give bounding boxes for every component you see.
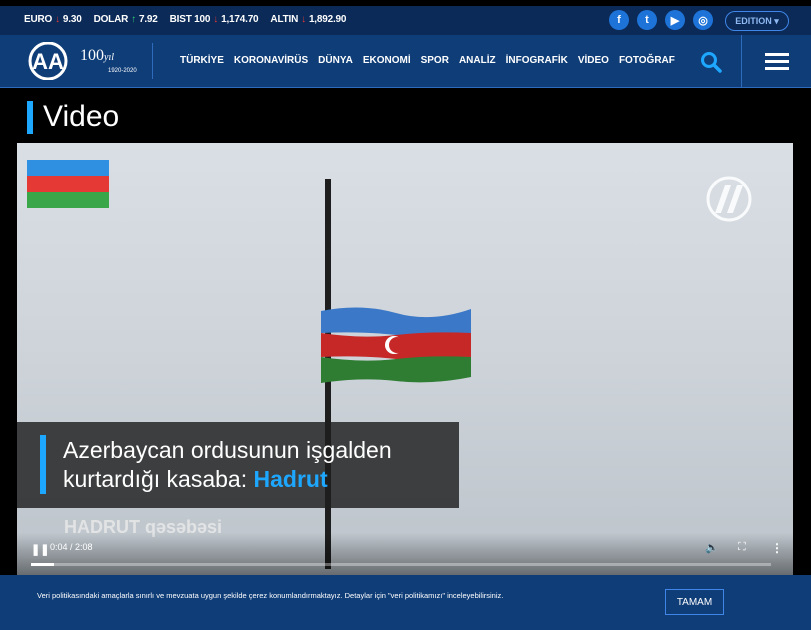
nav-item-ekonomi[interactable]: EKONOMİ (363, 55, 411, 66)
video-headline: Azerbaycan ordusunun işgalden kurtardığı… (63, 436, 392, 494)
nav-item-analiz[interactable]: ANALİZ (459, 55, 496, 66)
centennial-years: 1920-2020 (108, 68, 137, 74)
nav-menu: TÜRKİYE KORONAVİRÜS DÜNYA EKONOMİ SPOR A… (180, 55, 675, 66)
centennial-suffix: yıl (104, 52, 114, 63)
market-ticker-bar: EURO ↓ 9.30 DOLAR ↑ 7.92 BIST 100 ↓ 1,174.70 A… (0, 6, 811, 35)
nav-item-koronavirus[interactable]: KORONAVİRÜS (234, 55, 308, 66)
market-ticker: EURO ↓ 9.30 DOLAR ↑ 7.92 BIST 100 ↓ 1,174.70 A… (24, 14, 346, 25)
aa-logo[interactable]: AA (24, 42, 72, 80)
azerbaijan-flag-icon (27, 160, 109, 208)
centennial-logo: 100yıl 1920-2020 (80, 47, 137, 74)
twitter-icon[interactable]: t (637, 10, 657, 30)
logo-divider (152, 43, 153, 79)
aa-logo-text: AA (32, 49, 64, 74)
ticker-item-bist[interactable]: BIST 100 ↓ 1,174.70 (170, 14, 259, 25)
headline-accent-bar (40, 435, 46, 494)
headline-line-2-text: kurtardığı kasaba: (63, 466, 254, 492)
pause-icon[interactable]: ❚❚ (31, 543, 49, 556)
progress-bar[interactable] (31, 563, 771, 566)
menu-button[interactable] (741, 35, 811, 87)
nav-item-infografik[interactable]: İNFOGRAFİK (506, 55, 568, 66)
centennial-number: 100 (80, 47, 104, 64)
headline-lower-third: Azerbaycan ordusunun işgalden kurtardığı… (17, 422, 459, 508)
headline-line-1: Azerbaycan ordusunun işgalden (63, 437, 392, 463)
cookie-banner: Veri politikasındaki amaçlarla sınırlı v… (0, 575, 811, 630)
headline-line-2: kurtardığı kasaba: Hadrut (63, 465, 392, 494)
youtube-icon[interactable]: ▶ (665, 10, 685, 30)
fullscreen-icon[interactable]: ⛶ (738, 541, 746, 554)
page-header: Video (27, 100, 119, 134)
nav-item-video[interactable]: VİDEO (578, 55, 609, 66)
headline-highlight: Hadrut (253, 466, 328, 492)
title-accent-bar (27, 100, 33, 134)
edition-dropdown[interactable]: EDITION ▾ (725, 11, 789, 31)
social-links: f t ▶ ◎ (609, 10, 713, 30)
volume-icon[interactable]: 🔈 (705, 541, 719, 554)
progress-fill (31, 563, 54, 566)
instagram-icon[interactable]: ◎ (693, 10, 713, 30)
time-display: 0:04 / 2:08 (50, 542, 93, 552)
video-player[interactable]: Azerbaycan ordusunun işgalden kurtardığı… (17, 143, 793, 575)
nav-item-dunya[interactable]: DÜNYA (318, 55, 353, 66)
page-title: Video (43, 100, 120, 133)
ticker-item-dolar[interactable]: DOLAR ↑ 7.92 (94, 14, 158, 25)
main-navbar: AA 100yıl 1920-2020 TÜRKİYE KORONAVİRÜS … (0, 35, 811, 88)
ticker-item-euro[interactable]: EURO ↓ 9.30 (24, 14, 82, 25)
search-icon[interactable] (700, 51, 722, 73)
more-options-icon[interactable]: ⋮ (771, 541, 783, 555)
cookie-text: Veri politikasındaki amaçlarla sınırlı v… (37, 591, 504, 600)
nav-item-turkiye[interactable]: TÜRKİYE (180, 55, 224, 66)
ticker-item-altin[interactable]: ALTIN ↓ 1,892.90 (270, 14, 346, 25)
waving-flag-icon (321, 307, 471, 383)
video-controls: ❚❚ 0:04 / 2:08 🔈 ⛶ ⋮ (17, 533, 793, 575)
hamburger-icon (765, 59, 789, 63)
nav-item-fotograf[interactable]: FOTOĞRAF (619, 55, 675, 66)
nav-item-spor[interactable]: SPOR (421, 55, 449, 66)
aa-watermark-icon (706, 176, 752, 222)
accept-cookies-button[interactable]: TAMAM (665, 589, 724, 615)
facebook-icon[interactable]: f (609, 10, 629, 30)
